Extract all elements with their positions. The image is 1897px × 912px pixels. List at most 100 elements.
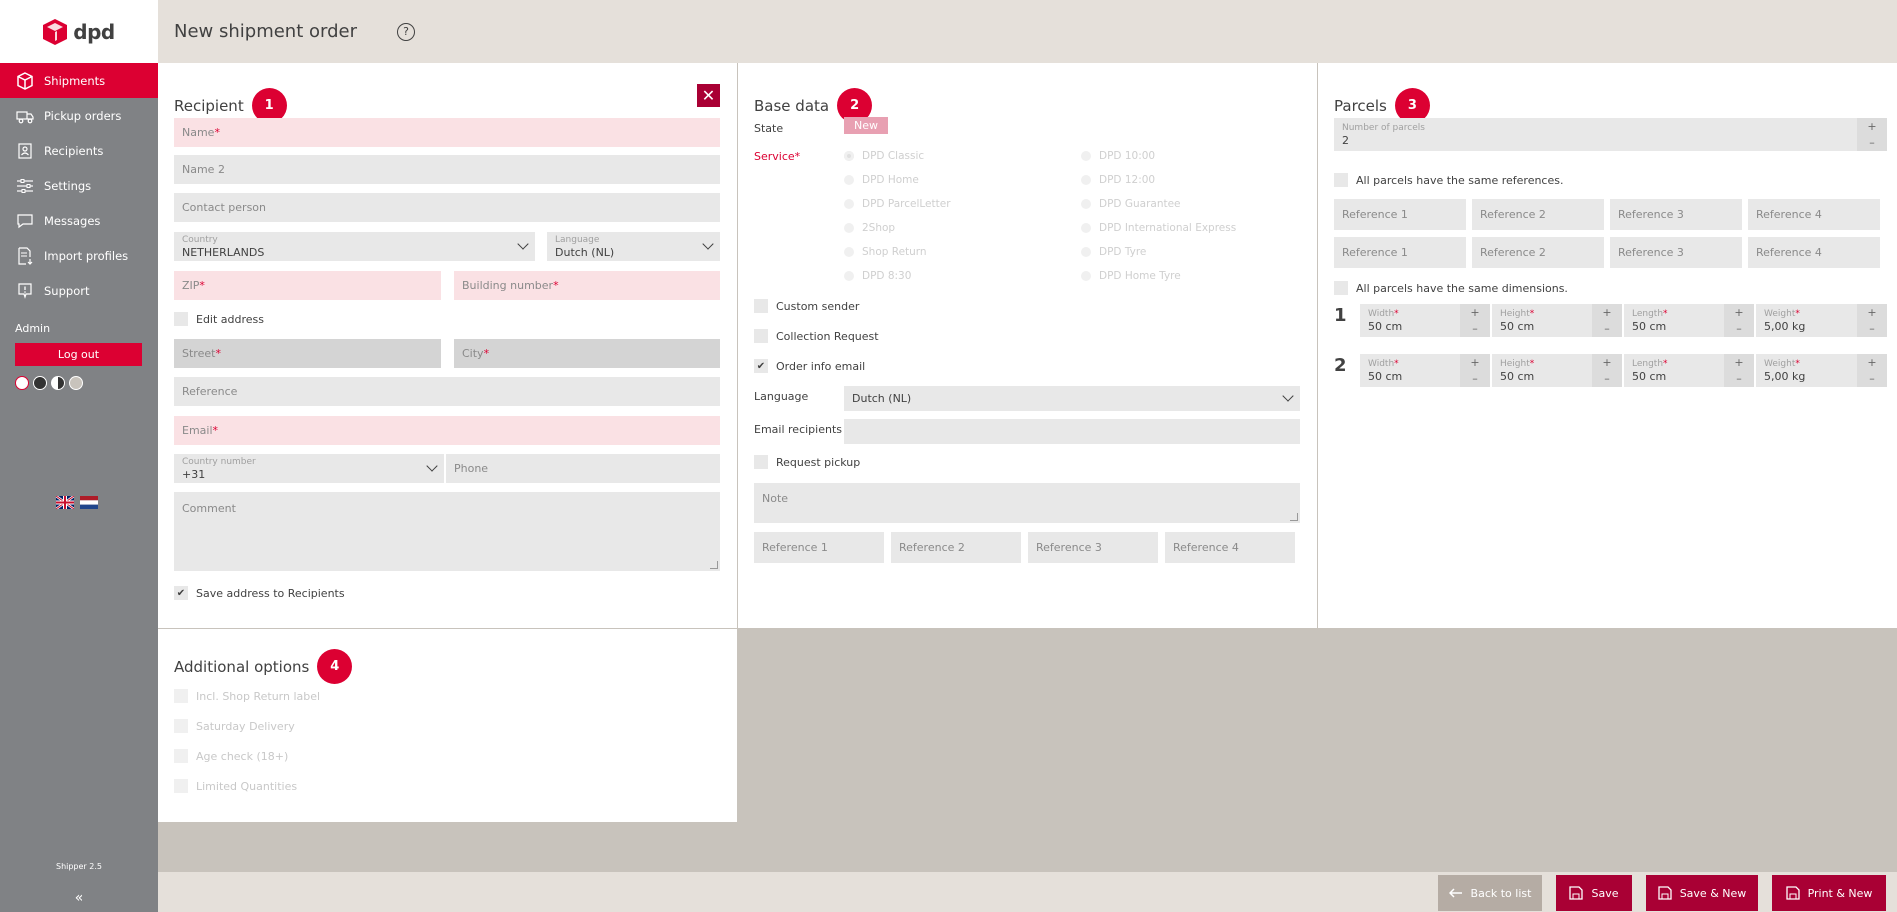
sidebar-item-messages[interactable]: Messages [0, 203, 158, 238]
theme-light-option[interactable] [15, 376, 29, 390]
country-number-select[interactable]: Country number +31 [174, 454, 444, 483]
same-references-checkbox[interactable]: All parcels have the same references. [1334, 173, 1563, 187]
minus-icon[interactable]: – [1604, 322, 1610, 335]
resize-handle[interactable] [1290, 513, 1298, 521]
country-select[interactable]: Country NETHERLANDS [174, 232, 535, 261]
collection-request-checkbox[interactable]: Collection Request [754, 329, 879, 343]
reference-input[interactable]: Reference [174, 377, 720, 406]
minus-icon[interactable]: – [1604, 372, 1610, 385]
parcel-reference-2-3[interactable]: Reference 3 [1610, 237, 1742, 268]
plus-icon[interactable]: + [1470, 356, 1479, 369]
age-check-checkbox[interactable]: Age check (18+) [174, 749, 288, 763]
service-radio-dpd-1000[interactable]: DPD 10:00 [1081, 150, 1155, 162]
help-icon[interactable]: ? [397, 22, 415, 41]
zip-input[interactable]: ZIP * [174, 271, 441, 300]
sidebar-item-support[interactable]: Support [0, 273, 158, 308]
number-of-parcels-input[interactable]: Number of parcels 2 [1334, 118, 1887, 151]
parcel-reference-1-4[interactable]: Reference 4 [1748, 199, 1880, 230]
length-stepper[interactable]: + – [1724, 354, 1754, 387]
height-stepper[interactable]: + – [1592, 304, 1622, 337]
order-info-email-checkbox[interactable]: ✔ Order info email [754, 359, 865, 373]
building-number-input[interactable]: Building number * [454, 271, 720, 300]
plus-icon[interactable]: + [1867, 306, 1876, 319]
language-select[interactable]: Dutch (NL) [844, 386, 1300, 411]
reference-2-input[interactable]: Reference 2 [891, 532, 1021, 563]
save-address-checkbox[interactable]: ✔ Save address to Recipients [174, 586, 345, 600]
close-button[interactable]: ✕ [697, 84, 720, 107]
theme-beige-option[interactable] [69, 376, 83, 390]
shop-return-label-checkbox[interactable]: Incl. Shop Return label [174, 689, 320, 703]
parcel-reference-2-2[interactable]: Reference 2 [1472, 237, 1604, 268]
minus-icon[interactable]: – [1869, 372, 1875, 385]
weight-stepper[interactable]: + – [1857, 304, 1887, 337]
custom-sender-checkbox[interactable]: Custom sender [754, 299, 859, 313]
sidebar-item-pickup-orders[interactable]: Pickup orders [0, 98, 158, 133]
nl-flag-icon[interactable] [80, 496, 98, 509]
comment-textarea[interactable]: Comment [174, 492, 720, 571]
note-textarea[interactable]: Note [754, 483, 1300, 523]
language-select[interactable]: Language Dutch (NL) [547, 232, 720, 261]
parcel-reference-1-2[interactable]: Reference 2 [1472, 199, 1604, 230]
phone-input[interactable]: Phone [446, 454, 720, 483]
minus-icon[interactable]: – [1472, 372, 1478, 385]
saturday-delivery-checkbox[interactable]: Saturday Delivery [174, 719, 295, 733]
sidebar-item-shipments[interactable]: Shipments [0, 63, 158, 98]
print-and-new-button[interactable]: Print & New [1772, 875, 1886, 911]
weight-stepper[interactable]: + – [1857, 354, 1887, 387]
minus-icon[interactable]: – [1869, 322, 1875, 335]
uk-flag-icon[interactable] [56, 496, 74, 509]
plus-icon[interactable]: + [1867, 120, 1876, 133]
service-radio-dpd-home-tyre[interactable]: DPD Home Tyre [1081, 270, 1181, 282]
reference-3-input[interactable]: Reference 3 [1028, 532, 1158, 563]
reference-1-input[interactable]: Reference 1 [754, 532, 884, 563]
dpd-logo[interactable]: dpd [0, 0, 158, 63]
plus-icon[interactable]: + [1602, 356, 1611, 369]
service-radio-shop-return[interactable]: Shop Return [844, 246, 927, 258]
service-radio-dpd-1200[interactable]: DPD 12:00 [1081, 174, 1155, 186]
parcel-reference-2-1[interactable]: Reference 1 [1334, 237, 1466, 268]
contact-person-input[interactable]: Contact person [174, 193, 720, 222]
service-radio-dpd-home[interactable]: DPD Home [844, 174, 919, 186]
minus-icon[interactable]: – [1736, 322, 1742, 335]
resize-handle[interactable] [710, 561, 718, 569]
same-dimensions-checkbox[interactable]: All parcels have the same dimensions. [1334, 281, 1568, 295]
reference-4-input[interactable]: Reference 4 [1165, 532, 1295, 563]
sidebar-item-import-profiles[interactable]: Import profiles [0, 238, 158, 273]
logout-button[interactable]: Log out [15, 343, 142, 366]
theme-dark-option[interactable] [33, 376, 47, 390]
minus-icon[interactable]: – [1736, 372, 1742, 385]
limited-quantities-checkbox[interactable]: Limited Quantities [174, 779, 297, 793]
plus-icon[interactable]: + [1602, 306, 1611, 319]
email-input[interactable]: Email * [174, 416, 720, 445]
plus-icon[interactable]: + [1734, 306, 1743, 319]
service-radio-dpd-guarantee[interactable]: DPD Guarantee [1081, 198, 1181, 210]
plus-icon[interactable]: + [1734, 356, 1743, 369]
save-and-new-button[interactable]: Save & New [1646, 875, 1758, 911]
sidebar-item-recipients[interactable]: Recipients [0, 133, 158, 168]
service-radio-dpd-international-express[interactable]: DPD International Express [1081, 222, 1236, 234]
edit-address-checkbox[interactable]: Edit address [174, 312, 264, 326]
request-pickup-checkbox[interactable]: Request pickup [754, 455, 860, 469]
service-radio-dpd-classic[interactable]: DPD Classic [844, 150, 924, 162]
parcel-count-stepper[interactable]: + – [1857, 118, 1887, 151]
length-stepper[interactable]: + – [1724, 304, 1754, 337]
height-stepper[interactable]: + – [1592, 354, 1622, 387]
service-radio-dpd-parcelletter[interactable]: DPD ParcelLetter [844, 198, 951, 210]
minus-icon[interactable]: – [1472, 322, 1478, 335]
plus-icon[interactable]: + [1867, 356, 1876, 369]
width-stepper[interactable]: + – [1460, 304, 1490, 337]
plus-icon[interactable]: + [1470, 306, 1479, 319]
collapse-sidebar-button[interactable]: « [0, 890, 158, 906]
parcel-reference-2-4[interactable]: Reference 4 [1748, 237, 1880, 268]
service-radio-dpd-tyre[interactable]: DPD Tyre [1081, 246, 1146, 258]
sidebar-item-settings[interactable]: Settings [0, 168, 158, 203]
back-to-list-button[interactable]: Back to list [1438, 875, 1542, 911]
save-button[interactable]: Save [1556, 875, 1632, 911]
service-radio-dpd-830[interactable]: DPD 8:30 [844, 270, 911, 282]
name2-input[interactable]: Name 2 [174, 155, 720, 184]
width-stepper[interactable]: + – [1460, 354, 1490, 387]
service-radio-2shop[interactable]: 2Shop [844, 222, 895, 234]
parcel-reference-1-1[interactable]: Reference 1 [1334, 199, 1466, 230]
name-input[interactable]: Name * [174, 118, 720, 147]
email-recipients-input[interactable] [844, 419, 1300, 444]
